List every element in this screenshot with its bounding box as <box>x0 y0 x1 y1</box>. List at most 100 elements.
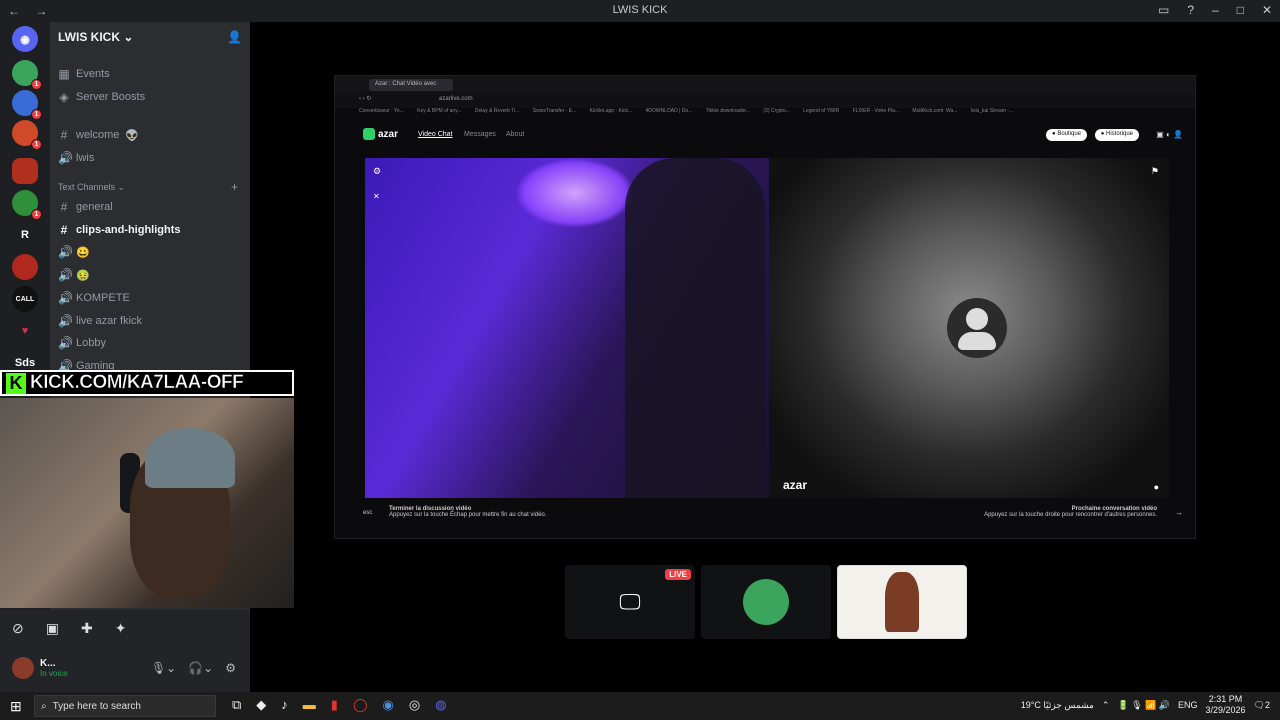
server-icon[interactable]: 1 <box>12 60 42 90</box>
discord-taskbar-icon[interactable]: ◍ <box>435 697 446 713</box>
add-channel-icon[interactable]: + <box>231 180 238 194</box>
participant-tile-active[interactable] <box>837 565 967 639</box>
bookmark[interactable]: Key & BPM of any... <box>417 108 461 114</box>
activities-icon[interactable]: ✚ <box>81 620 93 637</box>
channel-label: live azar fkick <box>76 315 143 327</box>
text-channels-category[interactable]: Text Channels ⌄ <box>58 182 125 193</box>
boutique-button[interactable]: ● Boutique <box>1046 129 1087 141</box>
bookmark[interactable]: FLIXER - Votre Pla... <box>853 108 899 114</box>
language-indicator[interactable]: ENG <box>1178 700 1198 710</box>
server-icon[interactable]: 1 <box>12 120 42 150</box>
bookmark[interactable]: Convertisseur : Yo... <box>359 108 404 114</box>
mic-icon[interactable]: 🎙⌄ <box>151 661 176 675</box>
soundboard-icon[interactable]: ✦ <box>115 620 127 637</box>
server-icon[interactable] <box>12 158 38 184</box>
channel-lobby[interactable]: 🔊 Lobby <box>58 336 106 350</box>
channel-general[interactable]: # general <box>58 200 113 214</box>
monitor-icon: 🖵 <box>619 589 641 614</box>
bookmark[interactable]: (3) Crypto... <box>763 108 789 114</box>
server-badge: 1 <box>31 209 42 220</box>
ceiling-light <box>515 158 635 228</box>
close-button[interactable]: ✕ <box>1262 3 1272 17</box>
bookmark[interactable]: Delay & Reverb Ti... <box>475 108 519 114</box>
obs-icon[interactable]: ◎ <box>409 697 420 713</box>
server-icon[interactable]: R <box>12 222 38 248</box>
server-icon[interactable]: CALL <box>12 286 38 312</box>
minimize-button[interactable]: – <box>1212 3 1219 17</box>
server-icon[interactable]: 1 <box>12 190 42 220</box>
server-icon[interactable]: 1 <box>12 90 42 120</box>
channel-emoji-2[interactable]: 🔊 🤢 <box>58 268 90 282</box>
maximize-button[interactable]: □ <box>1237 3 1244 17</box>
browser-tab[interactable]: Azar : Chat Vidéo avec <box>369 79 453 91</box>
effects-icon[interactable]: ✕ <box>373 192 380 201</box>
channel-label: Lobby <box>76 337 106 349</box>
notification-icon[interactable]: 🗨2 <box>1254 700 1270 711</box>
tray-chevron-icon[interactable]: ⌃ <box>1102 700 1110 711</box>
clock[interactable]: 2:31 PM 3/29/2026 <box>1206 694 1246 716</box>
remote-video-blurred: azar ⚑ ● <box>769 158 1169 498</box>
channel-lwis[interactable]: 🔊 lwis <box>58 151 94 165</box>
server-badge: 1 <box>31 139 42 150</box>
taskbar-search[interactable]: ⌕ Type here to search <box>34 695 216 717</box>
chrome-icon[interactable]: ◉ <box>383 697 394 713</box>
esc-key-label[interactable]: esc <box>363 510 372 516</box>
profile-icon[interactable]: ▣ ◐ 👤 <box>1156 130 1183 139</box>
channel-label: 🤢 <box>76 269 90 282</box>
headset-icon[interactable]: 🎧⌄ <box>188 661 213 675</box>
channel-kompete[interactable]: 🔊 KOMPETE <box>58 291 130 305</box>
channel-events[interactable]: ▦ Events <box>58 67 109 81</box>
add-member-icon[interactable]: 👤 <box>227 30 242 44</box>
channel-clips-and-highlights[interactable]: # clips-and-highlights <box>58 223 181 237</box>
user-panel[interactable]: K... In voice <box>12 657 68 679</box>
next-arrow-icon[interactable]: → <box>1175 508 1183 517</box>
file-explorer-icon[interactable]: ▬ <box>303 697 316 713</box>
channel-welcome[interactable]: # welcome 👽 <box>58 128 139 142</box>
windows-start-icon[interactable]: ⊞ <box>10 698 22 715</box>
opera-icon[interactable]: ◯ <box>353 697 368 713</box>
nav-video-chat[interactable]: Video Chat <box>418 131 453 138</box>
participant-tile[interactable] <box>701 565 831 639</box>
screenshare-icon[interactable]: ▣ <box>46 620 59 637</box>
speaker-icon: 🔊 <box>58 245 73 259</box>
bookmark[interactable]: lwis_kai Stream -... <box>971 108 1013 114</box>
server-icon[interactable]: ♥ <box>12 318 38 344</box>
settings-icon[interactable]: ⚙ <box>373 166 381 177</box>
gear-icon[interactable]: ⚙ <box>225 661 236 675</box>
back-icon[interactable]: ‹ › ↻ <box>359 95 371 102</box>
more-icon[interactable]: ● <box>1154 482 1159 492</box>
channel-live-azar[interactable]: 🔊 live azar fkick <box>58 314 142 328</box>
url-field[interactable]: azarlive.com <box>439 96 473 102</box>
screenshare-tile[interactable]: 🖵 LIVE <box>565 565 695 639</box>
bookmark[interactable]: Kicklet.app - Kick... <box>590 108 633 114</box>
tiktok-icon[interactable]: ♪ <box>281 697 288 713</box>
inbox-icon[interactable]: ▭ <box>1158 3 1169 17</box>
red-app-icon[interactable]: ▮ <box>331 697 338 713</box>
historique-button[interactable]: ● Historique <box>1094 129 1139 141</box>
server-name: LWIS KICK <box>58 30 120 44</box>
hash-icon: # <box>60 128 68 142</box>
bookmark[interactable]: SwissTransfer - E... <box>533 108 576 114</box>
channel-boosts[interactable]: ◈ Server Boosts <box>58 90 145 104</box>
azar-logo[interactable]: azar <box>363 128 398 140</box>
server-icon[interactable] <box>12 254 38 280</box>
copilot-icon[interactable]: ◆ <box>256 697 266 713</box>
nav-messages[interactable]: Messages <box>464 131 496 138</box>
bookmark[interactable]: Tiktok downloader... <box>706 108 750 114</box>
camera-off-icon[interactable]: ⊘ <box>12 620 24 637</box>
bookmark[interactable]: 4DOWNLOAD | Do... <box>646 108 693 114</box>
bookmark[interactable]: Legend of YMIR <box>803 108 839 114</box>
tray-icons[interactable]: 🔋 🎙 📶 🔊 <box>1117 700 1170 711</box>
nav-about[interactable]: About <box>506 131 524 138</box>
report-icon[interactable]: ⚑ <box>1151 166 1159 177</box>
bookmark[interactable]: MultiKick.com: Wa... <box>912 108 957 114</box>
server-name-header[interactable]: LWIS KICK ⌄ <box>58 30 133 44</box>
historique-label: Historique <box>1105 131 1133 137</box>
next-chat-hint: Prochaine conversation vidéo Appuyez sur… <box>984 506 1157 518</box>
weather-widget[interactable]: 19°C مشمس جزئيًا <box>1021 700 1094 711</box>
discord-home-icon[interactable]: ◉ <box>12 26 38 52</box>
boost-icon: ◈ <box>59 90 69 104</box>
channel-emoji-1[interactable]: 🔊 😀 <box>58 245 90 259</box>
help-icon[interactable]: ? <box>1187 3 1194 17</box>
task-view-icon[interactable]: ⧉ <box>232 697 241 713</box>
